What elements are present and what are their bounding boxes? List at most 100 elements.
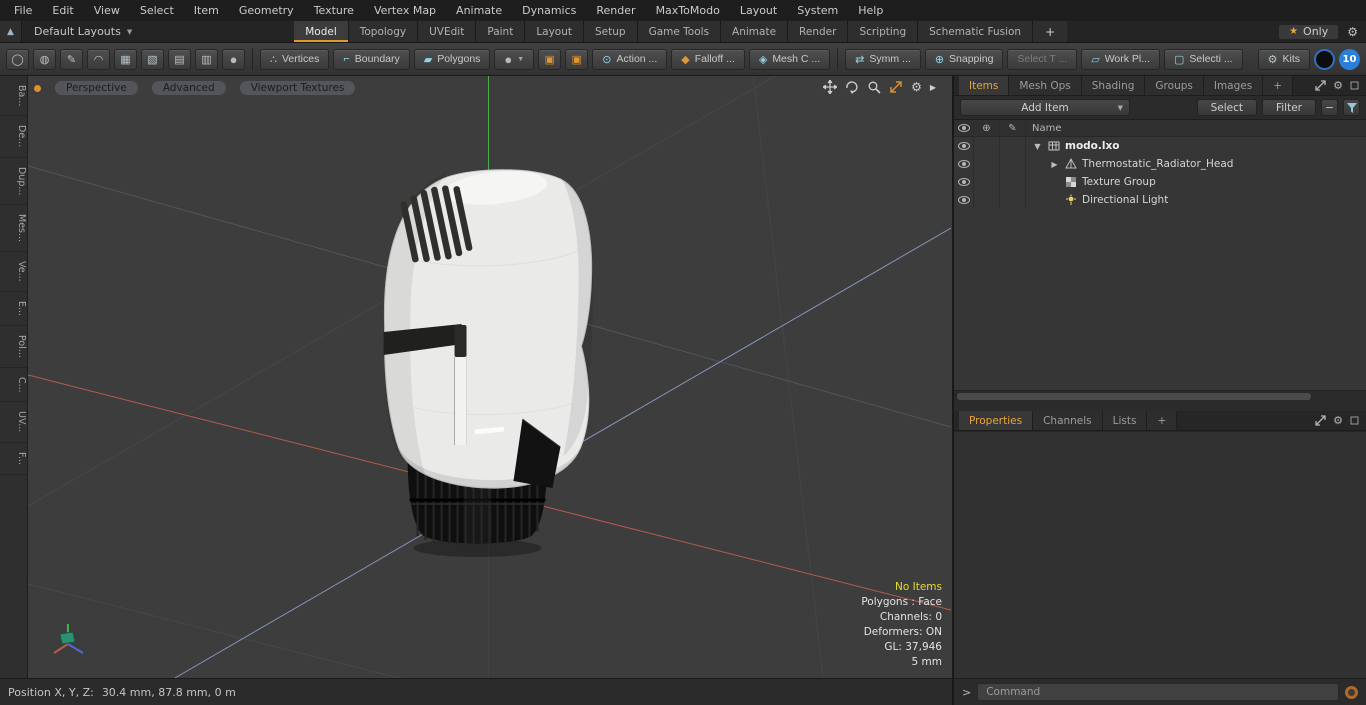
menu-item[interactable]: MaxToModo xyxy=(646,0,730,21)
snapping-button[interactable]: ⊕ Snapping xyxy=(924,48,1004,70)
layout-tab[interactable]: Render xyxy=(788,21,849,42)
ellipse-tool-button[interactable]: ◯ xyxy=(6,48,29,70)
setup-cell[interactable] xyxy=(974,155,1000,173)
menu-item[interactable]: Layout xyxy=(730,0,787,21)
mesh-name-cell[interactable]: ▶ Thermostatic_Radiator_Head xyxy=(1026,155,1366,173)
globe-tool-button[interactable]: ◍ xyxy=(33,48,56,70)
menu-item[interactable]: Geometry xyxy=(229,0,304,21)
item-mode-dropdown[interactable]: ● ▼ xyxy=(494,48,535,70)
toolbox-category-tab[interactable]: Mes... xyxy=(0,205,27,253)
viewport-gear-icon[interactable]: ⚙ xyxy=(911,80,922,94)
texture-group-name-cell[interactable]: Texture Group xyxy=(1026,173,1366,191)
layout-tab[interactable]: Setup xyxy=(584,21,638,42)
menu-item[interactable]: System xyxy=(787,0,848,21)
falloff-button[interactable]: ◆ Falloff ... xyxy=(671,48,745,70)
item-list-tab[interactable]: + xyxy=(1263,76,1294,95)
properties-tab[interactable]: Properties xyxy=(959,411,1034,430)
layout-preset-dropdown[interactable]: Default Layouts ▼ xyxy=(22,21,144,42)
cube-tool-button[interactable]: ▦ xyxy=(114,48,137,70)
select-through-button[interactable]: Select T ... xyxy=(1007,48,1078,70)
name-column-header[interactable]: Name xyxy=(1026,120,1366,136)
panel-gear-icon[interactable]: ⚙ xyxy=(1333,414,1343,427)
arc-tool-button[interactable]: ◠ xyxy=(87,48,110,70)
render-cell[interactable] xyxy=(1000,137,1026,155)
sphere-widget-button[interactable]: ● xyxy=(222,48,245,70)
render-column-header[interactable]: ✎ xyxy=(1000,120,1026,136)
menu-item[interactable]: File xyxy=(4,0,42,21)
tree-row-mesh[interactable]: ▶ Thermostatic_Radiator_Head xyxy=(954,155,1366,173)
visibility-toggle[interactable] xyxy=(954,137,974,155)
mirror-tool-button[interactable]: ▧ xyxy=(141,48,164,70)
item-list-tab[interactable]: Mesh Ops xyxy=(1009,76,1082,95)
perspective-view-button[interactable]: Perspective xyxy=(55,81,138,95)
filter-funnel-button[interactable] xyxy=(1343,99,1360,116)
toolbox-category-tab[interactable]: C... xyxy=(0,368,27,403)
tree-horizontal-scrollbar[interactable] xyxy=(954,390,1366,401)
menu-item[interactable]: Edit xyxy=(42,0,83,21)
item-list-tab[interactable]: Groups xyxy=(1145,76,1204,95)
boundary-mode-button[interactable]: ⌐ Boundary xyxy=(333,48,410,70)
zoom-icon[interactable] xyxy=(867,80,881,94)
only-button[interactable]: ★ Only xyxy=(1278,23,1340,40)
layout-tab[interactable]: Game Tools xyxy=(637,21,722,42)
viewport-3d[interactable]: Perspective Advanced Viewport Textures ⚙… xyxy=(28,76,952,678)
visibility-column-header[interactable] xyxy=(954,120,974,136)
toolbox-category-tab[interactable]: F... xyxy=(0,443,27,475)
menu-item[interactable]: Dynamics xyxy=(512,0,586,21)
viewport-options-arrow-icon[interactable]: ▶ xyxy=(930,83,936,92)
setup-cell[interactable] xyxy=(974,137,1000,155)
vertices-mode-button[interactable]: ∴ Vertices xyxy=(260,48,330,70)
filter-button[interactable]: Filter xyxy=(1261,99,1316,116)
expand-panel-icon[interactable] xyxy=(1315,80,1326,91)
toolbox-category-tab[interactable]: De... xyxy=(0,116,27,158)
render-cell[interactable] xyxy=(1000,173,1026,191)
layout-tab[interactable]: Model xyxy=(294,21,349,42)
panel-thumb-icon[interactable] xyxy=(1350,416,1359,425)
menu-item[interactable]: Item xyxy=(184,0,229,21)
array-tool-button[interactable]: ▤ xyxy=(168,48,191,70)
menu-item[interactable]: Vertex Map xyxy=(364,0,446,21)
setup-cell[interactable] xyxy=(974,173,1000,191)
layout-tab[interactable]: Scripting xyxy=(848,21,919,42)
viewport-textures-button[interactable]: Viewport Textures xyxy=(239,81,356,95)
collapse-all-button[interactable]: − xyxy=(1321,99,1338,116)
panel-up-icon[interactable]: ▲ xyxy=(0,21,22,42)
tool-preset-button-1[interactable]: ▣ xyxy=(538,48,562,70)
kits-button[interactable]: ⚙ Kits xyxy=(1257,48,1310,70)
properties-tab[interactable]: + xyxy=(1147,411,1178,430)
pan-icon[interactable] xyxy=(823,80,838,94)
layout-tab[interactable]: Paint xyxy=(476,21,526,42)
menu-item[interactable]: View xyxy=(84,0,130,21)
scene-name-cell[interactable]: ▼ modo.lxo xyxy=(1026,137,1366,155)
toolbox-category-tab[interactable]: Ba... xyxy=(0,76,27,117)
mesh-constraint-button[interactable]: ◈ Mesh C ... xyxy=(748,48,831,70)
layout-tab[interactable]: Layout xyxy=(525,21,585,42)
pen-tool-button[interactable]: ✎ xyxy=(60,48,83,70)
work-plane-button[interactable]: ▱ Work Pl... xyxy=(1081,48,1160,70)
toolbox-category-tab[interactable]: UV... xyxy=(0,402,27,443)
expander-closed-icon[interactable]: ▶ xyxy=(1049,160,1060,169)
panel-thumb-icon[interactable] xyxy=(1350,81,1359,90)
shading-mode-button[interactable]: Advanced xyxy=(151,81,226,95)
polygons-mode-button[interactable]: ▰ Polygons xyxy=(413,48,491,70)
command-input[interactable] xyxy=(977,683,1339,701)
gear-icon[interactable]: ⚙ xyxy=(1347,25,1358,39)
orbit-icon[interactable] xyxy=(845,80,859,94)
select-button[interactable]: Select xyxy=(1196,99,1257,116)
macro-record-icon[interactable] xyxy=(1345,685,1358,699)
toolbox-category-tab[interactable]: E... xyxy=(0,292,27,326)
item-list-tab[interactable]: Images xyxy=(1203,76,1264,95)
expand-panel-icon[interactable] xyxy=(1315,415,1326,426)
expander-open-icon[interactable]: ▼ xyxy=(1032,142,1043,151)
menu-item[interactable]: Texture xyxy=(304,0,364,21)
properties-tab[interactable]: Channels xyxy=(1033,411,1103,430)
toolbox-category-tab[interactable]: Ve... xyxy=(0,252,27,292)
bevel-tool-button[interactable]: ▥ xyxy=(195,48,218,70)
tool-preset-button-2[interactable]: ▣ xyxy=(565,48,589,70)
layout-tab[interactable]: Schematic Fusion xyxy=(918,21,1034,42)
menu-item[interactable]: Render xyxy=(586,0,645,21)
render-cell[interactable] xyxy=(1000,191,1026,209)
setup-column-header[interactable]: ⊕ xyxy=(974,120,1000,136)
toolbox-category-tab[interactable]: Dup... xyxy=(0,158,27,206)
radiator-head-model[interactable] xyxy=(383,167,594,557)
